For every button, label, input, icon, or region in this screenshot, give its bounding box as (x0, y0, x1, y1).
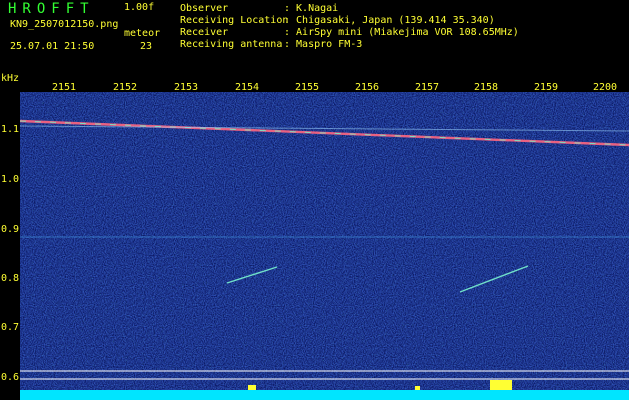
observation-datetime: 25.07.01 21:50 (10, 41, 95, 52)
frequency-tick-label: 1.0 (1, 174, 20, 185)
version-label: 1.00f (124, 2, 155, 13)
receiver-key: Receiver (180, 27, 229, 38)
signal-peak (490, 380, 512, 390)
frequency-tick-label: 1.1 (1, 124, 20, 135)
antenna-value: : Maspro FM-3 (284, 39, 363, 50)
meteor-count-label: meteor (124, 28, 161, 39)
baseline-bar (20, 390, 629, 400)
spectrogram-plot (20, 92, 629, 390)
observer-key: Observer (180, 3, 229, 14)
hrofft-window: HROFFT 1.00f KN9_2507012150.png meteor 2… (0, 0, 629, 400)
observer-value: : K.Nagai (284, 3, 339, 14)
frequency-tick-label: 0.9 (1, 224, 20, 235)
noise-speckle (20, 92, 629, 390)
frequency-tick-label: 0.6 (1, 372, 20, 383)
receiver-value: : AirSpy mini (Miakejima VOR 108.65MHz) (284, 27, 519, 38)
frequency-tick-label: 0.8 (1, 273, 20, 284)
image-filename: KN9_2507012150.png (10, 19, 119, 30)
frequency-tick-label: 0.7 (1, 322, 20, 333)
frequency-unit-label: kHz (1, 73, 20, 84)
antenna-key: Receiving antenna (180, 39, 283, 50)
location-value: : Chigasaki, Japan (139.414 35.340) (284, 15, 495, 26)
app-title: HROFFT (8, 1, 95, 17)
meteor-count-value: 23 (140, 41, 153, 52)
location-key: Receiving Location (180, 15, 289, 26)
